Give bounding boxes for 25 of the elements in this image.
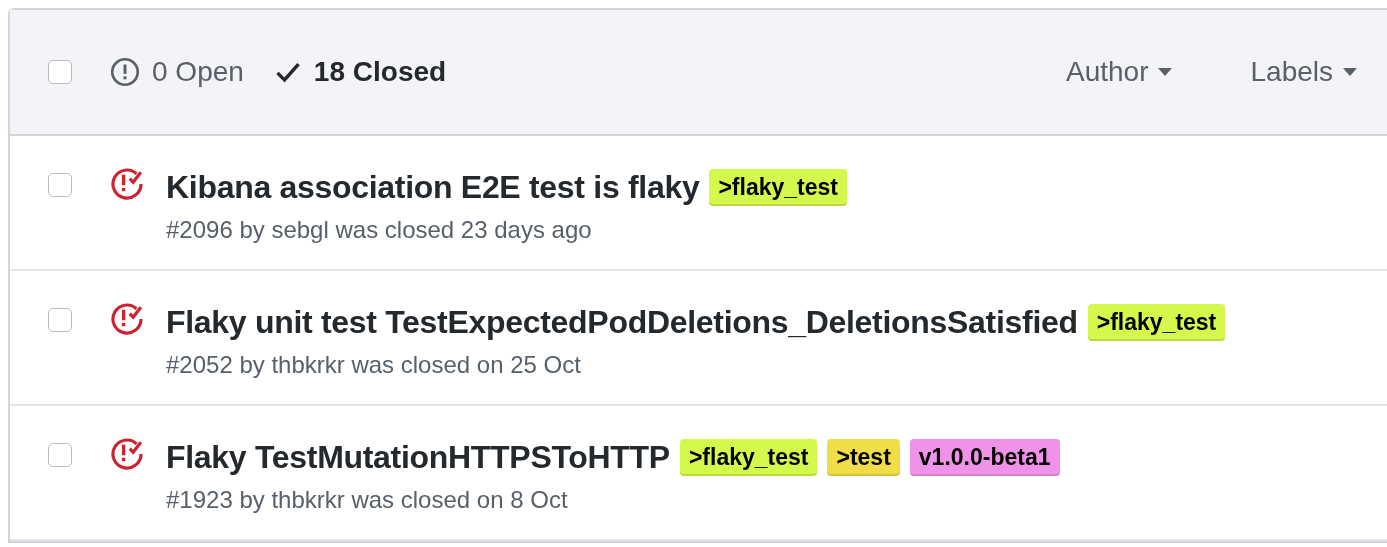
exclamation-circle-icon: [110, 57, 140, 87]
issue-title-link[interactable]: Kibana association E2E test is flaky: [166, 169, 700, 206]
issue-title-link[interactable]: Flaky TestMutationHTTPSToHTTP: [166, 439, 670, 476]
issue-label[interactable]: >test: [827, 439, 900, 476]
issue-label[interactable]: >flaky_test: [709, 169, 847, 206]
issue-checkbox[interactable]: [48, 308, 72, 332]
filter-dropdown[interactable]: Labels: [1250, 56, 1357, 88]
caret-icon: [1343, 68, 1357, 76]
closed-issue-icon: [110, 437, 144, 471]
filter-dropdown[interactable]: Author: [1066, 56, 1173, 88]
issue-label[interactable]: v1.0.0-beta1: [909, 439, 1060, 476]
state-filter-link[interactable]: 18 Closed: [273, 56, 447, 88]
issue-meta: #2096 by sebgl was closed 23 days ago: [166, 216, 593, 244]
state-filter-link[interactable]: 0 Open: [110, 56, 244, 88]
issue-checkbox[interactable]: [48, 443, 72, 467]
issue-label[interactable]: >flaky_test: [679, 439, 818, 476]
select-all-checkbox[interactable]: [48, 60, 72, 84]
issue-checkbox[interactable]: [48, 173, 72, 197]
issue-meta: #2052 by thbkrkr was closed on 25 Oct: [166, 351, 582, 379]
closed-issue-icon: [110, 302, 144, 336]
issue-meta: #1923 by thbkrkr was closed on 8 Oct: [166, 486, 569, 514]
issue-title-link[interactable]: Flaky unit test TestExpectedPodDeletions_DeletionsSatisfied: [166, 304, 1078, 341]
caret-icon: [1158, 68, 1173, 76]
issue-label[interactable]: >flaky_test: [1087, 304, 1226, 341]
closed-issue-icon: [110, 167, 144, 201]
